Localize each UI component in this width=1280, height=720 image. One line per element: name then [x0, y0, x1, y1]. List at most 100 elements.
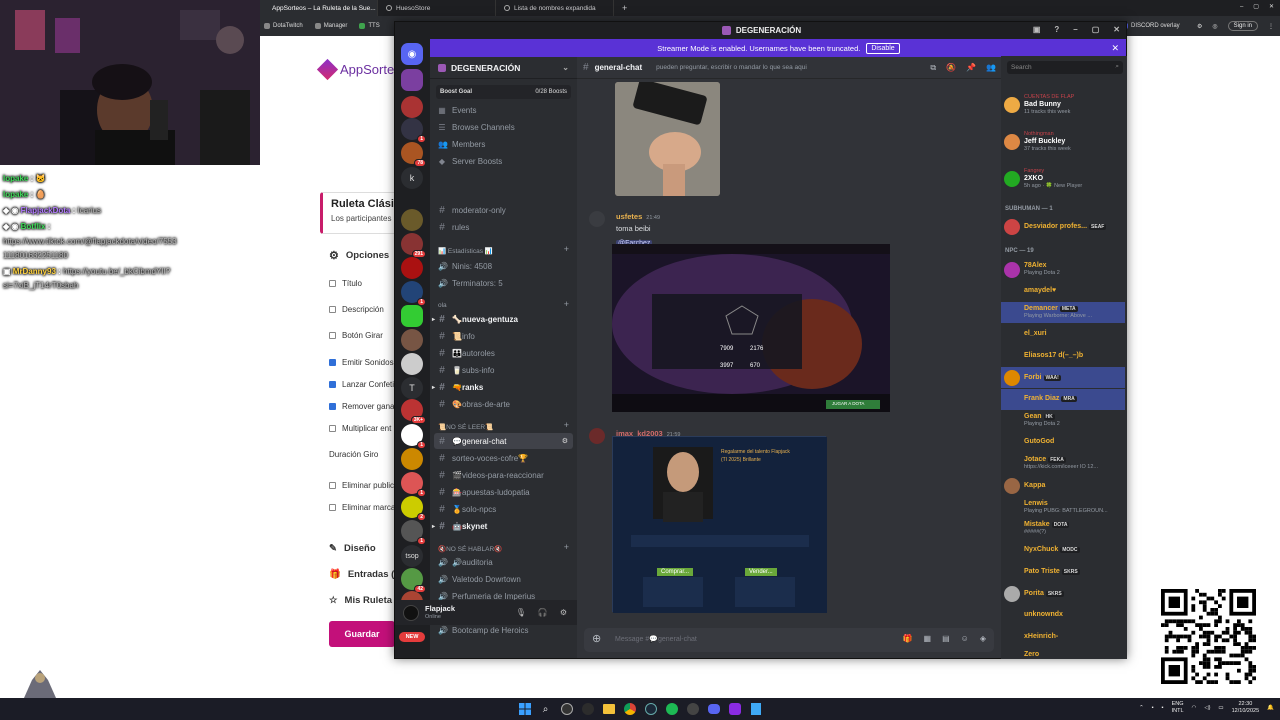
member-row[interactable]: Mistake DOTA #####(?) [1001, 518, 1125, 539]
message-input[interactable]: Message #💬general-chat [615, 635, 697, 643]
option-descripcion[interactable]: Descripción [329, 305, 384, 314]
option-emitir-sonidos[interactable]: Emitir Sonidos [329, 358, 394, 367]
server-icon[interactable] [401, 329, 423, 351]
server-icon-k[interactable]: k [401, 167, 423, 189]
menu-icon[interactable]: ⋮ [1268, 23, 1274, 30]
discord-home-icon[interactable]: ◉ [401, 43, 423, 65]
sidebar-item-members[interactable]: 👥 Members [434, 136, 573, 152]
add-channel-icon[interactable]: + [564, 244, 569, 254]
minimize-icon[interactable]: – [1240, 4, 1243, 10]
member-row[interactable]: Kappa [1001, 475, 1125, 496]
member-row[interactable]: NyxChuck MODC [1001, 540, 1125, 561]
member-row[interactable]: CUENTAS DE FLAP Bad Bunny 11 tracks this w… [1001, 94, 1125, 115]
member-list-icon[interactable]: 👥 [986, 63, 996, 73]
sidebar-item-boost[interactable]: ◆ Server Boosts [434, 153, 573, 169]
battery-icon[interactable]: ▭ [1218, 705, 1223, 712]
xbox-icon[interactable] [685, 702, 700, 717]
browser-tab-lista[interactable]: Lista de nombres expandida [496, 0, 614, 16]
member-row[interactable]: Eliasos17 d(–_–)b [1001, 345, 1125, 366]
server-icon[interactable]: 42 [401, 568, 426, 593]
message-image-hand[interactable] [615, 82, 720, 196]
windows-start-icon[interactable] [517, 702, 532, 717]
chat-app-icon[interactable] [727, 702, 742, 717]
channel-item[interactable]: # 🎨obras-de-arte [434, 396, 573, 412]
channel-item[interactable]: # 💬general-chat ⚙ [434, 433, 573, 449]
checkbox[interactable] [329, 482, 336, 489]
close-banner-icon[interactable]: ✕ [1111, 43, 1119, 54]
section-diseno[interactable]: ✎ Diseño [329, 543, 376, 554]
server-icon[interactable] [401, 353, 423, 375]
channel-category[interactable]: 📜NO SÉ LEER📜 [438, 423, 493, 431]
checkbox-checked[interactable] [329, 381, 336, 388]
channel-category[interactable]: 🔇NO SÉ HABLAR🔇 [438, 545, 502, 553]
server-icon[interactable]: 1 [401, 118, 426, 143]
server-icon[interactable]: 3K+ [401, 399, 426, 424]
channel-item[interactable]: 🔊 Ninis: 4508 [434, 258, 573, 274]
message-image-dota[interactable]: 7909 2176 3997 670 JUGAR A DOTA [612, 244, 890, 412]
server-icon-degeneracion[interactable] [401, 69, 423, 91]
server-icon[interactable]: 2 [401, 496, 426, 521]
member-row[interactable]: Jotace FEKA https://kick.com/iceeer IO 12.… [1001, 453, 1125, 474]
add-channel-icon[interactable]: + [564, 420, 569, 430]
boost-goal[interactable]: Boost Goal 0/28 Boosts [436, 85, 571, 99]
server-icon[interactable] [401, 209, 423, 231]
notifications-icon[interactable]: 🔔 [1267, 705, 1274, 712]
add-channel-icon[interactable]: + [564, 542, 569, 552]
channel-category[interactable]: ola [438, 302, 447, 309]
server-icon-tsop[interactable]: tsop [401, 545, 423, 567]
section-opciones[interactable]: ⚙ Opciones [329, 249, 389, 262]
channel-item[interactable]: # 👪autoroles [434, 345, 573, 361]
headphones-icon[interactable]: 🎧 [538, 608, 548, 617]
channel-item[interactable]: 🔊 Valetodo Dowrtown [434, 571, 573, 587]
clock[interactable]: 22:30 12/10/2025 [1232, 701, 1260, 715]
server-icon[interactable] [401, 96, 423, 118]
server-icon[interactable]: 291 [401, 233, 426, 258]
option-eliminar-publicidad[interactable]: Eliminar public [329, 481, 394, 490]
spotify-icon[interactable] [664, 702, 679, 717]
obs-icon[interactable] [559, 702, 574, 717]
wifi-icon[interactable]: ◠ [1192, 705, 1197, 712]
checkbox[interactable] [329, 425, 336, 432]
member-row[interactable]: el_xuri [1001, 324, 1125, 345]
member-row[interactable]: Fangrey 2XKO 5h ago · 🍀 New Player [1001, 168, 1125, 189]
notification-bell-icon[interactable]: 🔕 [946, 63, 956, 73]
discord-icon[interactable] [706, 702, 721, 717]
apps-icon[interactable]: ◈ [980, 634, 986, 643]
close-icon[interactable]: ✕ [1113, 25, 1120, 34]
server-icon-t[interactable]: T [401, 377, 423, 399]
section-mis-ruletas[interactable]: ☆ Mis Ruleta [329, 595, 392, 606]
close-icon[interactable]: ✕ [1269, 3, 1274, 10]
member-row[interactable]: Gean HK Playing Dota 2 [1001, 410, 1125, 431]
member-row[interactable]: Porita SKRS [1001, 583, 1125, 604]
channel-item[interactable]: 🔊 🔊auditoria [434, 554, 573, 570]
settings-icon[interactable]: ⚙ [560, 608, 567, 617]
member-row[interactable]: Desviador profes... SEAF [1001, 216, 1125, 237]
chevron-up-icon[interactable]: ⌃ [1139, 705, 1144, 712]
sign-in-button[interactable]: Sign in [1227, 21, 1258, 31]
option-eliminar-marca[interactable]: Eliminar marca [329, 503, 395, 512]
member-row[interactable]: Demancer META Playing Warborne: Above ... [1001, 302, 1125, 324]
member-row[interactable]: GutoGod [1001, 432, 1125, 453]
file-explorer-icon[interactable] [601, 702, 616, 717]
gift-icon[interactable]: 🎁 [903, 634, 913, 643]
server-icon[interactable]: 1 [401, 520, 426, 545]
checkbox[interactable] [329, 280, 336, 287]
guardar-button[interactable]: Guardar [329, 621, 395, 647]
option-boton-girar[interactable]: Botón Girar [329, 331, 383, 340]
maximize-icon[interactable]: ▢ [1092, 25, 1100, 34]
language-indicator[interactable]: ENG INTL [1172, 701, 1184, 715]
microphone-icon[interactable]: 🎙 [516, 608, 526, 617]
help-icon[interactable]: ? [1054, 25, 1059, 34]
channel-item[interactable]: # 📜info [434, 328, 573, 344]
checkbox[interactable] [329, 306, 336, 313]
channel-item[interactable]: ▸ # 🔫ranks [432, 379, 573, 395]
checkbox-checked[interactable] [329, 359, 336, 366]
chrome-icon[interactable] [622, 702, 637, 717]
member-row[interactable]: 78Alex Playing Dota 2 [1001, 259, 1125, 280]
checkbox-checked[interactable] [329, 403, 336, 410]
channel-item[interactable]: # moderator-only [434, 202, 573, 218]
minimize-icon[interactable]: – [1073, 25, 1077, 34]
server-icon[interactable]: 1 [401, 281, 426, 306]
terminal-icon[interactable] [580, 702, 595, 717]
steam-icon[interactable] [643, 702, 658, 717]
